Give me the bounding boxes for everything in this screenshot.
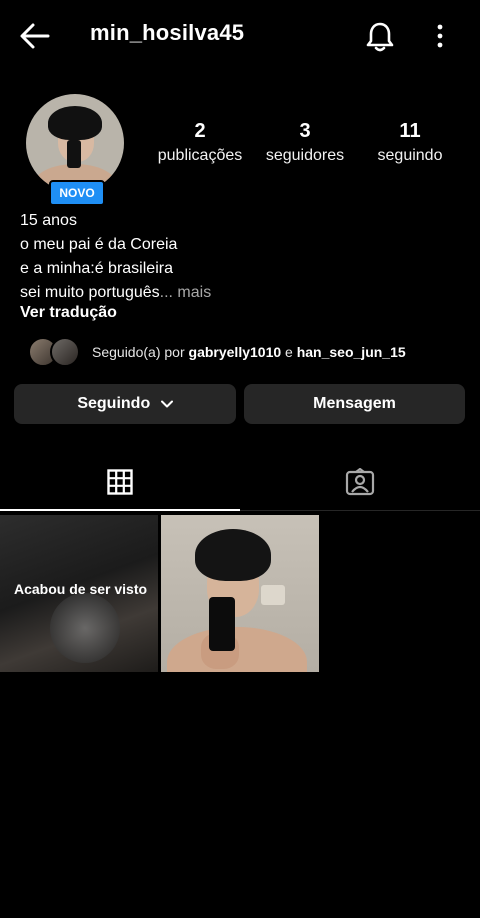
- grid-icon: [107, 469, 133, 495]
- chevron-down-icon: [160, 400, 173, 408]
- tab-tagged[interactable]: [240, 458, 480, 510]
- see-translation-link[interactable]: Ver tradução: [20, 304, 117, 322]
- bio-more-link[interactable]: ... mais: [160, 284, 212, 301]
- followed-by-text[interactable]: Seguido(a) por gabryelly1010 e han_seo_j…: [92, 344, 406, 360]
- post-image-content: [261, 585, 285, 605]
- post-overlay-text: Acabou de ser visto: [14, 581, 148, 597]
- post-image-content: [195, 529, 271, 581]
- avatar-hair: [48, 106, 102, 140]
- stat-posts-label: publicações: [157, 147, 243, 164]
- arrow-left-icon[interactable]: [18, 22, 52, 50]
- stat-posts-value: 2: [194, 120, 206, 142]
- post-image-content: [209, 597, 235, 651]
- bell-icon[interactable]: [365, 20, 395, 52]
- bio-line: 15 anos: [20, 212, 77, 229]
- bio-line: e a minha:é brasileira: [20, 260, 173, 277]
- new-badge: NOVO: [49, 180, 105, 206]
- post-thumbnail[interactable]: Acabou de ser visto: [0, 515, 158, 672]
- message-button[interactable]: Mensagem: [244, 384, 465, 424]
- followed-by-user[interactable]: gabryelly1010: [189, 344, 282, 360]
- active-tab-indicator: [0, 509, 240, 511]
- followed-by-prefix: Seguido(a) por: [92, 344, 189, 360]
- profile-username: min_hosilva45: [90, 20, 245, 45]
- stat-posts[interactable]: 2 publicações: [150, 120, 250, 165]
- bio-line: sei muito português... mais: [20, 281, 211, 305]
- post-image-content: [50, 593, 120, 663]
- follower-avatar: [50, 337, 80, 367]
- post-thumbnail[interactable]: [161, 515, 319, 672]
- stat-followers[interactable]: 3 seguidores: [260, 120, 350, 165]
- tab-divider: [240, 510, 480, 511]
- stat-following[interactable]: 11 seguindo: [370, 120, 450, 165]
- stat-followers-value: 3: [299, 120, 311, 142]
- tab-posts-grid[interactable]: [0, 458, 240, 510]
- stat-following-label: seguindo: [377, 147, 443, 164]
- stat-following-value: 11: [399, 120, 421, 142]
- tagged-person-icon: [345, 468, 375, 496]
- profile-bio: 15 anos o meu pai é da Coreia e a minha:…: [20, 209, 211, 305]
- followed-by-join: e: [281, 344, 297, 360]
- more-vertical-icon[interactable]: [430, 22, 450, 50]
- followed-by-user[interactable]: han_seo_jun_15: [297, 344, 406, 360]
- following-button-label: Seguindo: [77, 395, 151, 412]
- bio-line: o meu pai é da Coreia: [20, 236, 178, 253]
- following-button[interactable]: Seguindo: [14, 384, 236, 424]
- avatar-phone: [67, 140, 81, 168]
- followed-by-avatars[interactable]: [28, 337, 84, 367]
- stat-followers-label: seguidores: [265, 147, 345, 164]
- bio-line-text: sei muito português: [20, 284, 160, 301]
- profile-avatar[interactable]: [26, 94, 124, 192]
